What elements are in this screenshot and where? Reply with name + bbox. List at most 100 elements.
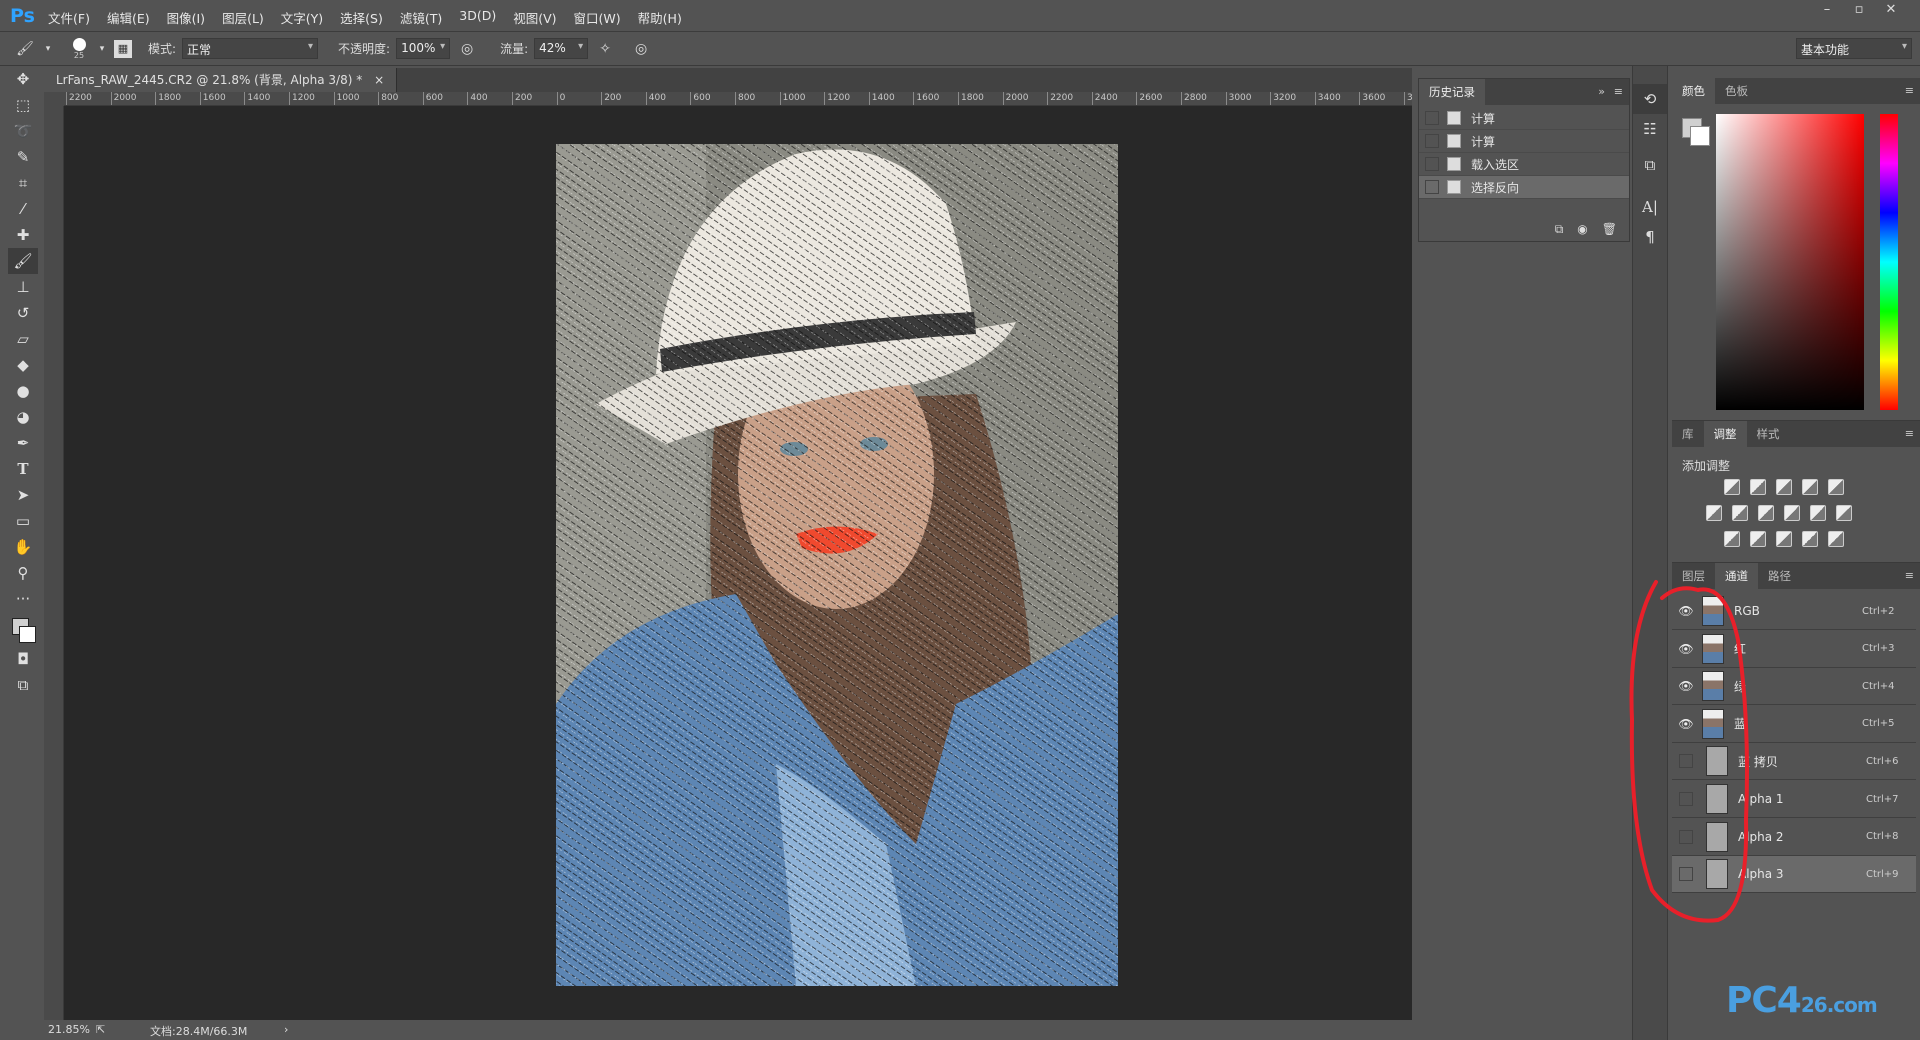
clone-source-dock-icon[interactable]: ⧉: [1633, 150, 1667, 180]
rectangle-tool-icon[interactable]: ▭: [8, 508, 38, 534]
visibility-toggle[interactable]: [1679, 754, 1693, 769]
history-state[interactable]: 计算: [1419, 107, 1629, 130]
airbrush-icon[interactable]: ✧: [594, 38, 616, 60]
menu-item[interactable]: 3D(D): [459, 8, 496, 27]
background-color-chip[interactable]: [19, 626, 36, 643]
exposure-icon[interactable]: [1802, 479, 1818, 495]
tab-history[interactable]: 历史记录: [1419, 79, 1485, 105]
history-state[interactable]: 载入选区: [1419, 153, 1629, 176]
brightness-contrast-icon[interactable]: [1724, 479, 1740, 495]
history-source-checkbox[interactable]: [1425, 180, 1439, 194]
eye-icon[interactable]: 👁: [1676, 676, 1696, 696]
close-icon[interactable]: ✕: [1878, 0, 1904, 20]
marquee-tool-icon[interactable]: ⬚: [8, 92, 38, 118]
color-field[interactable]: [1716, 114, 1864, 410]
paragraph-dock-icon[interactable]: ¶: [1633, 222, 1667, 252]
type-tool-icon[interactable]: T: [8, 456, 38, 482]
horizontal-ruler[interactable]: 2200 2000 1800 1600 1400 1200 1000 800 600 400 200…: [64, 92, 1412, 106]
history-brush-tool-icon[interactable]: ↺: [8, 300, 38, 326]
visibility-toggle[interactable]: [1679, 867, 1693, 882]
hue-saturation-icon[interactable]: [1706, 505, 1722, 521]
eyedropper-tool-icon[interactable]: ⁄: [8, 196, 38, 222]
vertical-ruler[interactable]: [44, 106, 64, 1020]
tab-styles[interactable]: 样式: [1747, 421, 1790, 447]
tab-channels[interactable]: 通道: [1715, 563, 1758, 589]
panel-menu-icon[interactable]: ≡: [1905, 84, 1914, 97]
close-tab-icon[interactable]: ×: [374, 73, 384, 87]
brush-tool-icon[interactable]: 🖌: [8, 248, 38, 274]
channel-row[interactable]: 👁 RGB Ctrl+2: [1672, 593, 1916, 630]
photo-filter-icon[interactable]: [1784, 505, 1800, 521]
channel-row[interactable]: Alpha 1 Ctrl+7: [1672, 781, 1916, 818]
history-source-checkbox[interactable]: [1425, 157, 1439, 171]
chevron-down-icon[interactable]: ▾: [96, 38, 108, 60]
hand-tool-icon[interactable]: ✋: [8, 534, 38, 560]
brush-panel-icon[interactable]: ▦: [114, 39, 132, 58]
mode-select[interactable]: 正常 ▾: [182, 38, 319, 59]
curves-icon[interactable]: [1776, 479, 1792, 495]
eraser-tool-icon[interactable]: ▱: [8, 326, 38, 352]
visibility-toggle[interactable]: [1679, 829, 1693, 844]
canvas-area[interactable]: [64, 106, 1412, 1020]
flow-field[interactable]: 42% ▾: [534, 38, 589, 59]
black-white-icon[interactable]: [1758, 505, 1774, 521]
threshold-icon[interactable]: [1776, 531, 1792, 547]
character-dock-icon[interactable]: A|: [1633, 192, 1667, 222]
menu-item[interactable]: 帮助(H): [638, 8, 682, 27]
document-tab[interactable]: LrFans_RAW_2445.CR2 @ 21.8% (背景, Alpha 3…: [44, 68, 398, 92]
minimize-icon[interactable]: –: [1814, 0, 1840, 20]
tab-color[interactable]: 颜色: [1672, 78, 1715, 104]
channel-row[interactable]: Alpha 3 Ctrl+9: [1672, 856, 1916, 894]
move-tool-icon[interactable]: ✥: [8, 66, 38, 92]
quick-mask-icon[interactable]: ◘: [8, 646, 38, 672]
zoom-tool-icon[interactable]: ⚲: [8, 560, 38, 586]
eye-icon[interactable]: 👁: [1676, 601, 1696, 621]
crop-tool-icon[interactable]: ⌗: [8, 170, 38, 196]
color-panel-background-chip[interactable]: [1690, 126, 1710, 146]
brush-preset-icon[interactable]: 🖌: [14, 38, 36, 60]
panel-menu-icon[interactable]: ≡: [1614, 85, 1623, 98]
history-source-checkbox[interactable]: [1425, 134, 1439, 148]
history-dock-icon[interactable]: ⟲: [1633, 84, 1667, 114]
export-icon[interactable]: ⇱: [96, 1023, 105, 1036]
menu-item[interactable]: 视图(V): [513, 8, 556, 27]
levels-icon[interactable]: [1750, 479, 1766, 495]
menu-item[interactable]: 图层(L): [222, 8, 264, 27]
vibrance-icon[interactable]: [1828, 479, 1844, 495]
paint-bucket-tool-icon[interactable]: ◆: [8, 352, 38, 378]
pen-tool-icon[interactable]: ✒: [8, 430, 38, 456]
trash-icon[interactable]: 🗑: [1602, 222, 1617, 236]
history-state[interactable]: 选择反向: [1419, 176, 1629, 199]
posterize-icon[interactable]: [1750, 531, 1766, 547]
channel-row[interactable]: 👁 绿 Ctrl+4: [1672, 668, 1916, 706]
properties-dock-icon[interactable]: ☷: [1633, 114, 1667, 144]
hue-slider[interactable]: [1880, 114, 1898, 410]
pressure-opacity-icon[interactable]: ◎: [456, 38, 478, 60]
menu-item[interactable]: 滤镜(T): [400, 8, 442, 27]
visibility-toggle[interactable]: [1679, 792, 1693, 806]
gradient-map-icon[interactable]: [1828, 531, 1844, 547]
panel-menu-icon[interactable]: ≡: [1905, 569, 1914, 582]
selective-color-icon[interactable]: [1802, 531, 1818, 547]
color-lookup-icon[interactable]: [1836, 505, 1852, 521]
chevron-down-icon[interactable]: ▾: [42, 38, 54, 60]
tab-swatches[interactable]: 色板: [1715, 78, 1758, 104]
color-balance-icon[interactable]: [1732, 505, 1748, 521]
workspace-select[interactable]: 基本功能 ▾: [1796, 38, 1912, 59]
tab-adjustments[interactable]: 调整: [1703, 421, 1747, 447]
invert-icon[interactable]: [1724, 531, 1740, 547]
new-document-from-state-icon[interactable]: ⧉: [1555, 222, 1564, 237]
more-tools-icon[interactable]: ···: [8, 586, 38, 612]
menu-item[interactable]: 文件(F): [48, 8, 90, 27]
channel-row[interactable]: Alpha 2 Ctrl+8: [1672, 819, 1916, 856]
zoom-level[interactable]: 21.85%: [48, 1023, 90, 1036]
menu-item[interactable]: 图像(I): [167, 8, 205, 27]
snapshot-icon[interactable]: ◉: [1577, 222, 1587, 236]
tab-layers[interactable]: 图层: [1672, 563, 1715, 589]
menu-item[interactable]: 编辑(E): [107, 8, 150, 27]
menu-item[interactable]: 文字(Y): [281, 8, 323, 27]
menu-item[interactable]: 选择(S): [340, 8, 383, 27]
quick-select-tool-icon[interactable]: ✎: [8, 144, 38, 170]
status-menu-arrow[interactable]: ›: [284, 1023, 288, 1036]
panel-menu-icon[interactable]: ≡: [1905, 427, 1914, 440]
